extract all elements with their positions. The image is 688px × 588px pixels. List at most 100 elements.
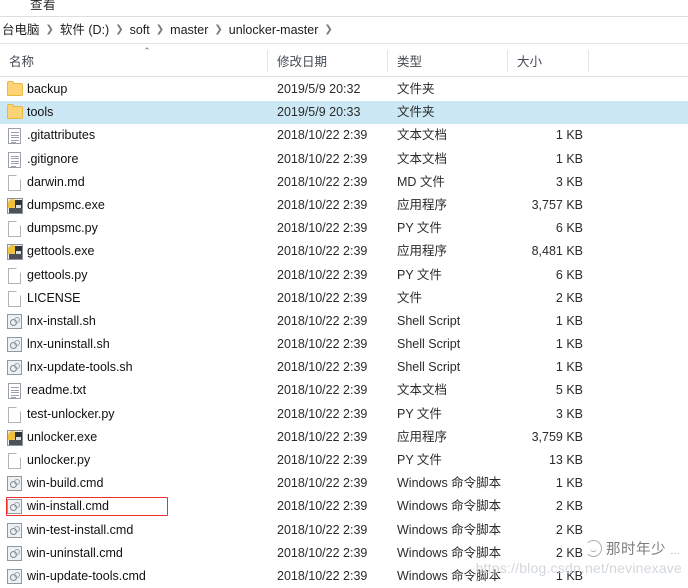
file-size: 8,481 KB <box>531 244 583 259</box>
file-row[interactable]: test-unlocker.py 2018/10/22 2:39 PY 文件 3 KB <box>0 403 688 426</box>
file-size: 3 KB <box>555 406 583 421</box>
file-row[interactable]: win-build.cmd 2018/10/22 2:39 Windows 命令脚本… <box>0 472 688 495</box>
breadcrumb-item[interactable]: soft <box>125 17 155 44</box>
column-divider[interactable] <box>588 50 589 72</box>
file-type: PY 文件 <box>397 221 442 236</box>
column-header-type[interactable]: 类型 <box>388 45 507 77</box>
column-header-name[interactable]: 名称 <box>0 45 267 77</box>
file-date-modified: 2018/10/22 2:39 <box>277 499 368 514</box>
file-size: 6 KB <box>555 267 583 282</box>
file-size <box>468 78 583 101</box>
file-date-modified: 2018/10/22 2:39 <box>277 290 368 305</box>
file-date-modified: 2018/10/22 2:39 <box>277 337 368 352</box>
file-row[interactable]: unlocker.py 2018/10/22 2:39 PY 文件 13 KB <box>0 449 688 472</box>
file-date-modified: 2018/10/22 2:39 <box>277 406 368 421</box>
file-date-modified: 2018/10/22 2:39 <box>277 522 368 537</box>
breadcrumb-separator-icon: ❯ <box>45 23 54 35</box>
column-header-size[interactable]: 大小 <box>508 45 588 77</box>
file-size: 1 KB <box>555 151 583 166</box>
file-row[interactable]: unlocker.exe 2018/10/22 2:39 应用程序 3,759 KB <box>0 426 688 449</box>
watermark-dots: … <box>670 546 680 557</box>
sort-ascending-icon: ⌃ <box>143 46 151 56</box>
file-type: Shell Script <box>397 337 461 352</box>
file-row[interactable]: LICENSE 2018/10/22 2:39 文件 2 KB <box>0 287 688 310</box>
file-name[interactable]: win-update-tools.cmd <box>0 565 146 588</box>
file-date-modified: 2018/10/22 2:39 <box>277 151 368 166</box>
file-row[interactable]: lnx-update-tools.sh 2018/10/22 2:39 Shell … <box>0 356 688 379</box>
file-type: 应用程序 <box>397 429 448 444</box>
tab-view[interactable]: 查看 <box>30 0 56 13</box>
file-type: 文本文档 <box>397 383 448 398</box>
file-row[interactable]: lnx-uninstall.sh 2018/10/22 2:39 Shell Scr… <box>0 333 688 356</box>
breadcrumb[interactable]: 台电脑 ❯ 软件 (D:) ❯ soft ❯ master ❯ unlocker-master ❯ <box>0 17 688 44</box>
file-name[interactable]: win-uninstall.cmd <box>0 542 123 565</box>
breadcrumb-item[interactable]: unlocker-master <box>224 17 324 44</box>
file-name[interactable]: lnx-uninstall.sh <box>0 333 110 356</box>
file-name[interactable]: win-install.cmd <box>0 495 109 518</box>
file-row[interactable]: darwin.md 2018/10/22 2:39 MD 文件 3 KB <box>0 171 688 194</box>
file-date-modified: 2018/10/22 2:39 <box>277 221 368 236</box>
file-row[interactable]: win-install.cmd 2018/10/22 2:39 Windows 命令… <box>0 495 688 518</box>
breadcrumb-separator-icon: ❯ <box>324 23 333 35</box>
file-name[interactable]: readme.txt <box>0 379 86 402</box>
file-date-modified: 2018/10/22 2:39 <box>277 174 368 189</box>
file-size: 2 KB <box>555 290 583 305</box>
file-row[interactable]: lnx-install.sh 2018/10/22 2:39 Shell Scrip… <box>0 310 688 333</box>
file-size: 6 KB <box>555 221 583 236</box>
breadcrumb-item[interactable]: 软件 (D:) <box>55 17 114 44</box>
file-name[interactable]: lnx-install.sh <box>0 310 96 333</box>
file-size <box>468 101 583 124</box>
file-name[interactable]: backup <box>0 78 67 101</box>
file-name[interactable]: darwin.md <box>0 171 85 194</box>
file-size: 1 KB <box>555 337 583 352</box>
file-type: 应用程序 <box>397 197 448 212</box>
file-row[interactable]: gettools.py 2018/10/22 2:39 PY 文件 6 KB <box>0 264 688 287</box>
file-type: 文本文档 <box>397 151 448 166</box>
file-type: PY 文件 <box>397 453 442 467</box>
file-name[interactable]: LICENSE <box>0 287 81 310</box>
file-size: 3,757 KB <box>531 197 583 212</box>
file-row[interactable]: dumpsmc.py 2018/10/22 2:39 PY 文件 6 KB <box>0 217 688 240</box>
file-name[interactable]: lnx-update-tools.sh <box>0 356 133 379</box>
file-name[interactable]: .gitattributes <box>0 124 95 147</box>
file-name[interactable]: gettools.exe <box>0 240 94 263</box>
column-header-date-modified[interactable]: 修改日期 <box>268 45 387 77</box>
ribbon-strip: 查看 <box>0 0 688 17</box>
file-row[interactable]: tools 2019/5/9 20:33 文件夹 <box>0 101 688 125</box>
file-size: 1 KB <box>555 360 583 375</box>
file-row[interactable]: readme.txt 2018/10/22 2:39 文本文档 5 KB <box>0 379 688 402</box>
file-size: 2 KB <box>555 499 583 514</box>
file-type: 文件夹 <box>397 105 435 120</box>
breadcrumb-item[interactable]: master <box>165 17 213 44</box>
file-name[interactable]: tools <box>0 101 53 124</box>
file-size: 13 KB <box>548 453 583 467</box>
watermark-url: https://blog.csdn.net/nevinexave <box>475 560 682 576</box>
file-date-modified: 2018/10/22 2:39 <box>277 383 368 398</box>
file-row[interactable]: gettools.exe 2018/10/22 2:39 应用程序 8,481 KB <box>0 240 688 263</box>
breadcrumb-item[interactable]: 台电脑 <box>0 17 45 44</box>
file-date-modified: 2019/5/9 20:33 <box>277 105 361 120</box>
file-name[interactable]: gettools.py <box>0 264 87 287</box>
file-date-modified: 2018/10/22 2:39 <box>277 545 368 560</box>
file-name[interactable]: dumpsmc.exe <box>0 194 105 217</box>
file-date-modified: 2018/10/22 2:39 <box>277 197 368 212</box>
file-date-modified: 2018/10/22 2:39 <box>277 429 368 444</box>
file-name[interactable]: unlocker.exe <box>0 426 97 449</box>
file-size: 3,759 KB <box>531 429 583 444</box>
file-type: 文件 <box>397 290 423 305</box>
file-name[interactable]: win-build.cmd <box>0 472 103 495</box>
file-name[interactable]: dumpsmc.py <box>0 217 98 240</box>
file-name[interactable]: win-test-install.cmd <box>0 519 133 542</box>
file-row[interactable]: backup 2019/5/9 20:32 文件夹 <box>0 78 688 101</box>
file-row[interactable]: .gitignore 2018/10/22 2:39 文本文档 1 KB <box>0 148 688 171</box>
file-name[interactable]: test-unlocker.py <box>0 403 115 426</box>
file-row[interactable]: .gitattributes 2018/10/22 2:39 文本文档 1 KB <box>0 124 688 147</box>
file-size: 2 KB <box>555 522 583 537</box>
file-row[interactable]: dumpsmc.exe 2018/10/22 2:39 应用程序 3,757 KB <box>0 194 688 217</box>
file-list[interactable]: backup 2019/5/9 20:32 文件夹 tools 2019/5/9 20:… <box>0 78 688 584</box>
file-date-modified: 2018/10/22 2:39 <box>277 313 368 328</box>
file-type: PY 文件 <box>397 267 442 282</box>
file-name[interactable]: unlocker.py <box>0 449 90 472</box>
file-name[interactable]: .gitignore <box>0 148 78 171</box>
file-date-modified: 2019/5/9 20:32 <box>277 82 361 96</box>
